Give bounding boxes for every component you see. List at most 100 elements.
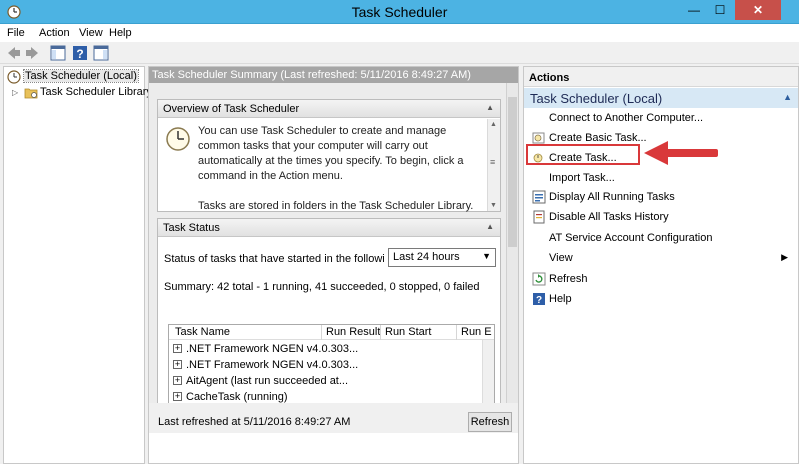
action-connect-to-another-computer[interactable]: Connect to Another Computer...	[524, 109, 798, 127]
action-label: Help	[549, 293, 572, 305]
back-arrow-icon[interactable]	[6, 44, 22, 62]
menu-view[interactable]: View	[79, 27, 103, 39]
task-status-header[interactable]: Task Status ▲	[158, 219, 500, 237]
table-row[interactable]: + .NET Framework NGEN v4.0.303...	[169, 358, 484, 374]
task-status-title: Task Status	[163, 222, 220, 234]
table-header: Task Name Run Result Run Start Run E	[169, 325, 494, 340]
column-task-name[interactable]: Task Name	[175, 326, 230, 338]
menu-file[interactable]: File	[7, 27, 25, 39]
svg-text:?: ?	[536, 295, 542, 306]
task-name: CacheTask (running)	[186, 391, 288, 403]
summary-panel: Task Scheduler Summary (Last refreshed: …	[148, 66, 519, 464]
create-basic-task-icon	[532, 132, 545, 144]
forward-arrow-icon[interactable]	[24, 44, 40, 62]
help-toolbar-icon[interactable]: ?	[71, 44, 89, 62]
action-import-task[interactable]: Import Task...	[524, 169, 798, 187]
summary-header: Task Scheduler Summary (Last refreshed: …	[149, 67, 518, 83]
refresh-button[interactable]: Refresh	[468, 412, 512, 432]
window-title: Task Scheduler	[351, 4, 448, 20]
annotation-arrow-icon	[644, 141, 718, 165]
summary-body: Overview of Task Scheduler ▲ You can use…	[149, 83, 518, 413]
expand-icon[interactable]: +	[173, 344, 182, 353]
clock-icon	[7, 70, 21, 84]
table-scrollbar[interactable]	[482, 340, 494, 409]
console-tree: Task Scheduler (Local) ▷ Task Scheduler …	[3, 66, 152, 464]
actions-group-header[interactable]: Task Scheduler (Local) ▲	[524, 88, 798, 108]
tree-label-library: Task Scheduler Library	[40, 86, 152, 98]
status-period-label: Status of tasks that have started in the…	[164, 253, 384, 265]
actions-group-label: Task Scheduler (Local)	[530, 91, 663, 106]
task-name: .NET Framework NGEN v4.0.303...	[186, 359, 359, 371]
submenu-arrow-icon: ▶	[781, 252, 788, 262]
action-at-service-account-configuration[interactable]: AT Service Account Configuration	[524, 229, 798, 247]
history-icon	[533, 210, 545, 224]
chevron-down-icon: ▼	[482, 251, 491, 261]
help-icon: ?	[533, 293, 545, 306]
expand-icon[interactable]: +	[173, 360, 182, 369]
folder-icon	[24, 88, 38, 99]
period-dropdown[interactable]: Last 24 hours ▼	[388, 248, 496, 267]
actions-pane: Actions Task Scheduler (Local) ▲ Connect…	[523, 66, 799, 464]
refresh-icon	[532, 272, 546, 286]
expand-icon[interactable]: +	[173, 392, 182, 401]
action-label: Connect to Another Computer...	[549, 112, 704, 124]
overview-paragraph-1: You can use Task Scheduler to create and…	[198, 125, 464, 182]
scroll-thumb[interactable]	[508, 97, 517, 247]
close-button[interactable]: ✕	[735, 0, 781, 20]
action-label: Refresh	[549, 273, 588, 285]
action-view[interactable]: View ▶	[524, 249, 798, 267]
table-row[interactable]: + AitAgent (last run succeeded at...	[169, 374, 484, 390]
overview-scrollbar[interactable]: ▲ ≡ ▼	[487, 119, 500, 211]
task-name: AitAgent (last run succeeded at...	[186, 375, 349, 387]
minimize-button[interactable]: —	[681, 0, 707, 20]
menu-help[interactable]: Help	[109, 27, 132, 39]
svg-text:?: ?	[76, 47, 83, 61]
action-label: AT Service Account Configuration	[549, 232, 713, 244]
overview-title: Overview of Task Scheduler	[163, 103, 300, 115]
summary-scrollbar[interactable]	[506, 83, 518, 403]
task-status-table: Task Name Run Result Run Start Run E + .…	[168, 324, 495, 410]
status-summary: Summary: 42 total - 1 running, 41 succee…	[164, 281, 480, 293]
title-bar: Task Scheduler — ☐ ✕	[0, 0, 799, 24]
column-run-end[interactable]: Run E	[461, 326, 492, 338]
action-refresh[interactable]: Refresh	[524, 270, 798, 288]
collapse-up-icon[interactable]: ▲	[783, 92, 792, 102]
action-display-all-running-tasks[interactable]: Display All Running Tasks	[524, 188, 798, 206]
overview-header[interactable]: Overview of Task Scheduler ▲	[158, 100, 500, 118]
action-label: View	[549, 252, 573, 264]
menu-bar: File Action View Help	[0, 24, 799, 42]
annotation-highlight-box	[526, 144, 640, 165]
action-help[interactable]: ? Help	[524, 290, 798, 308]
tree-item-task-scheduler-library[interactable]: ▷ Task Scheduler Library	[4, 85, 152, 101]
action-label: Disable All Tasks History	[549, 211, 669, 223]
collapse-icon[interactable]: ▲	[486, 103, 494, 112]
action-label: Display All Running Tasks	[549, 191, 675, 203]
toolbar: ?	[0, 42, 799, 64]
tree-item-task-scheduler-local[interactable]: Task Scheduler (Local)	[4, 69, 144, 85]
overview-text: You can use Task Scheduler to create and…	[198, 124, 478, 212]
running-tasks-icon	[532, 190, 546, 204]
table-row[interactable]: + .NET Framework NGEN v4.0.303...	[169, 342, 484, 358]
overview-paragraph-2: Tasks are stored in folders in the Task …	[198, 200, 474, 212]
maximize-button[interactable]: ☐	[707, 0, 733, 20]
actions-title: Actions	[524, 67, 798, 87]
task-scheduler-clock-icon	[166, 127, 190, 151]
expand-arrow-icon[interactable]: ▷	[12, 88, 18, 97]
overview-section: Overview of Task Scheduler ▲ You can use…	[157, 99, 501, 212]
action-disable-all-tasks-history[interactable]: Disable All Tasks History	[524, 208, 798, 226]
last-refreshed-text: Last refreshed at 5/11/2016 8:49:27 AM	[158, 416, 351, 428]
task-name: .NET Framework NGEN v4.0.303...	[186, 343, 359, 355]
column-run-start[interactable]: Run Start	[385, 326, 431, 338]
action-label: Create Basic Task...	[549, 132, 647, 144]
collapse-icon[interactable]: ▲	[486, 222, 494, 231]
task-status-section: Task Status ▲ Status of tasks that have …	[157, 218, 501, 413]
action-label: Import Task...	[549, 172, 615, 184]
menu-action[interactable]: Action	[39, 27, 70, 39]
period-selected: Last 24 hours	[393, 251, 460, 263]
summary-footer: Last refreshed at 5/11/2016 8:49:27 AM R…	[149, 403, 518, 433]
column-run-result[interactable]: Run Result	[326, 326, 380, 338]
tree-label-root: Task Scheduler (Local)	[23, 69, 139, 83]
expand-icon[interactable]: +	[173, 376, 182, 385]
show-hide-action-pane-icon[interactable]	[92, 44, 110, 62]
show-hide-console-tree-icon[interactable]	[49, 44, 67, 62]
